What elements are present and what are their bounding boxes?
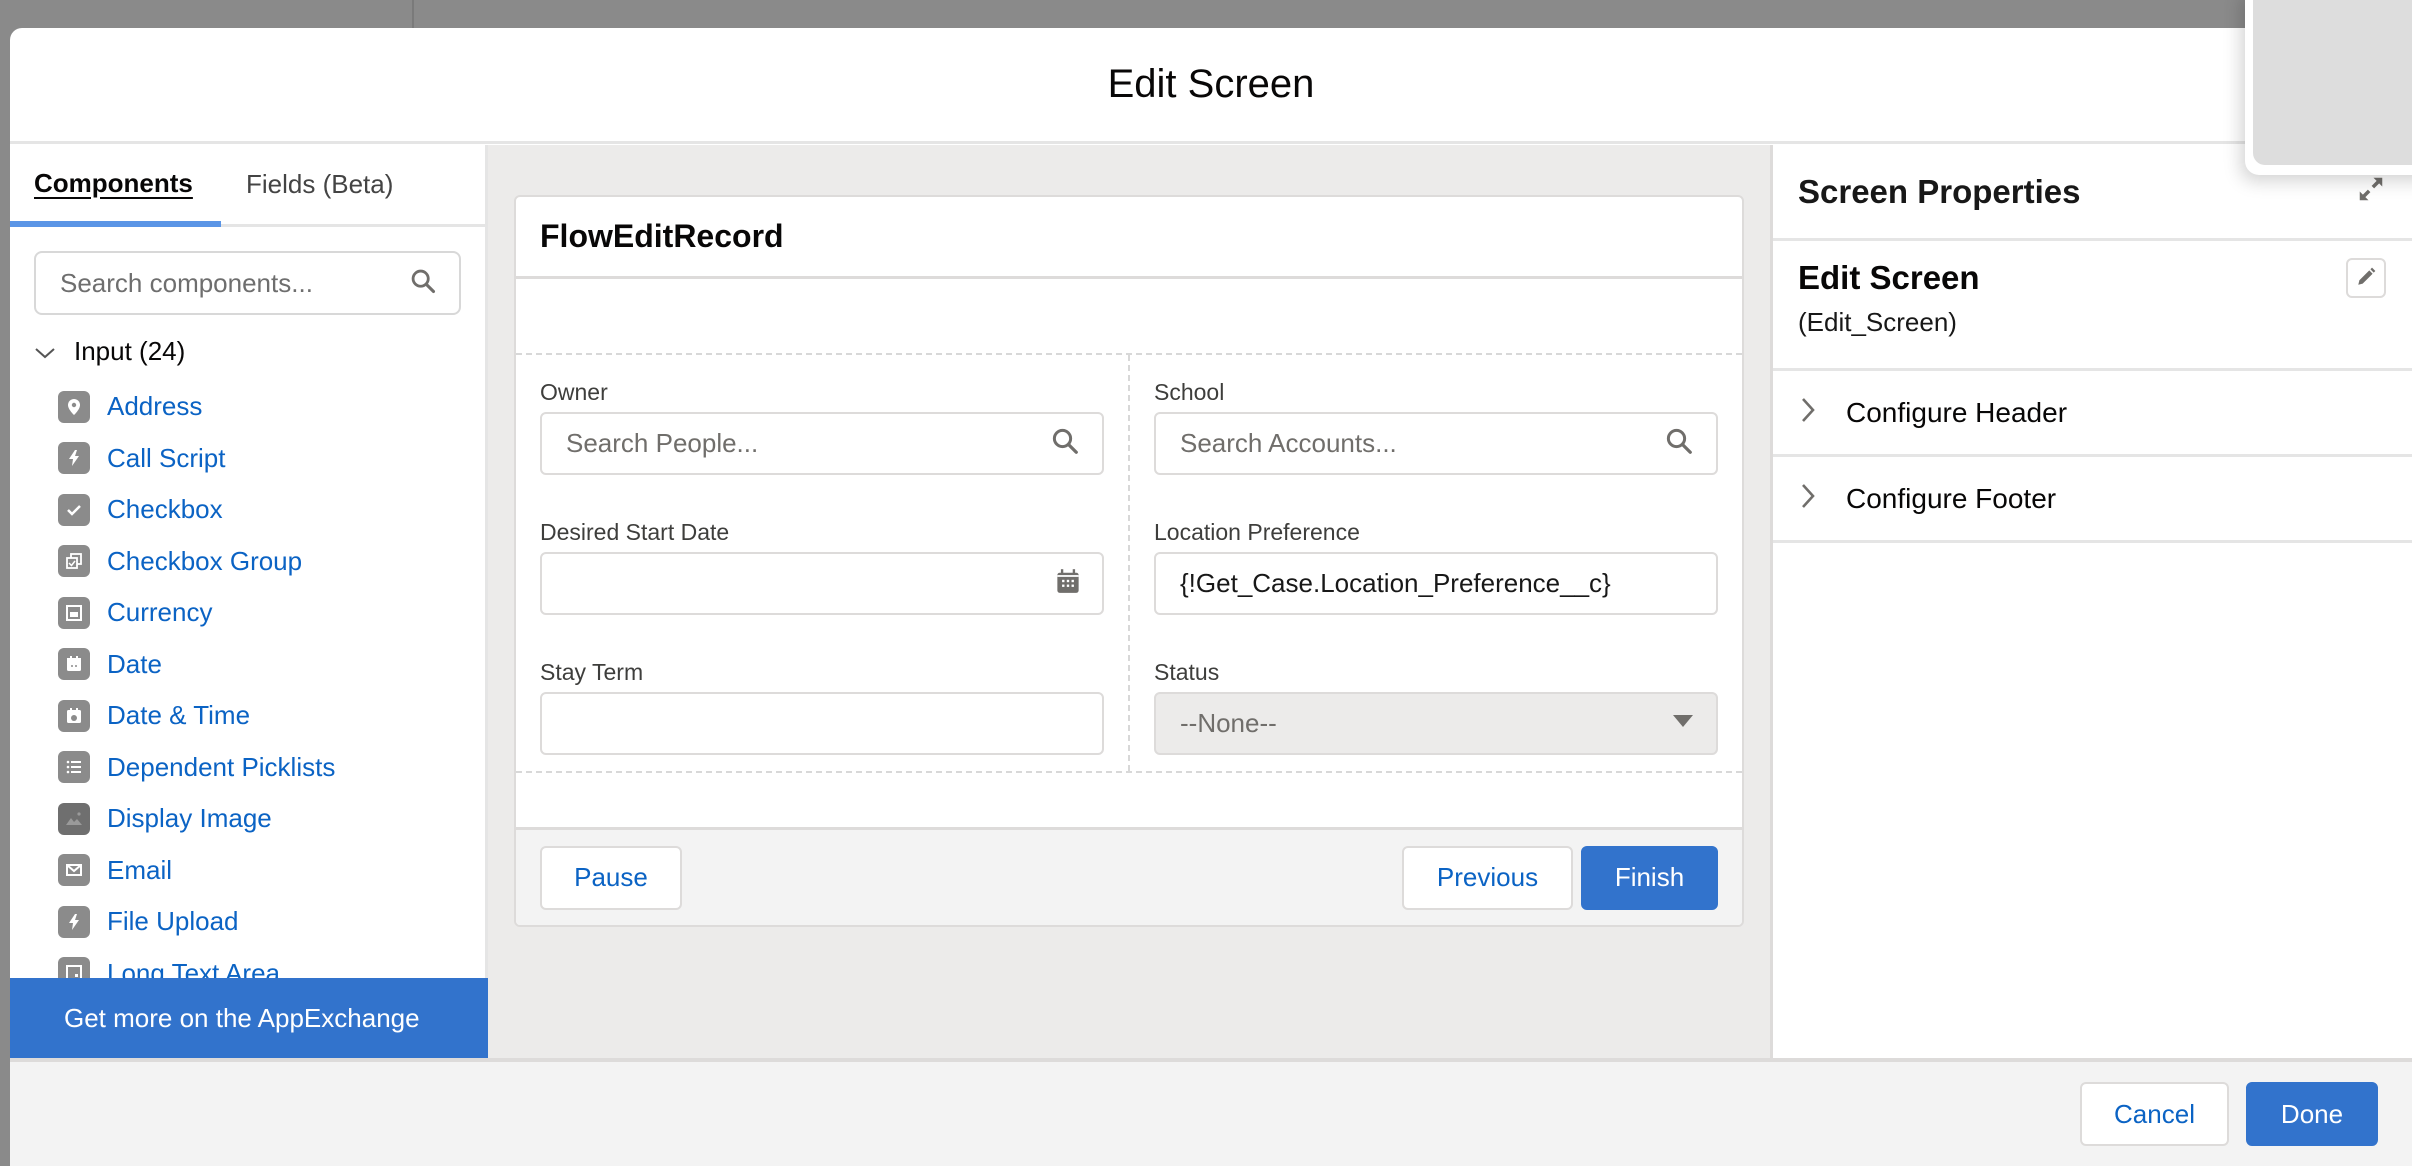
screen-preview-card[interactable]: FlowEditRecord Owner Desired S [514, 195, 1744, 927]
field-stay-term[interactable]: Stay Term [540, 659, 1104, 775]
calendar-icon [58, 648, 90, 681]
screen-spacer [516, 279, 1742, 353]
edit-screen-button[interactable] [2346, 258, 2386, 298]
component-item-date-time[interactable]: Date & Time [10, 690, 485, 742]
field-label: School [1154, 379, 1225, 405]
done-button[interactable]: Done [2246, 1082, 2378, 1146]
calendar-clock-icon [58, 699, 90, 732]
stay-term-input[interactable] [566, 708, 1080, 739]
date-field [540, 552, 1104, 615]
checkbox-check-icon [58, 493, 90, 526]
column-left: Owner Desired Start Date [516, 355, 1130, 771]
status-selected-value: --None-- [1180, 708, 1277, 738]
component-item-date[interactable]: Date [10, 639, 485, 691]
field-status[interactable]: Status --None-- [1154, 659, 1718, 775]
screen-title: FlowEditRecord [540, 218, 784, 254]
accordion-configure-header[interactable]: Configure Header [1773, 371, 2412, 457]
modal-title: Edit Screen [1107, 62, 1315, 106]
lightning-icon [58, 442, 90, 475]
screen-api-name: (Edit_Screen) [1798, 307, 1957, 337]
currency-icon [58, 596, 90, 629]
properties-panel: Screen Properties Edit Screen (Edit_Scre… [1773, 145, 2412, 1058]
screen-canvas: FlowEditRecord Owner Desired S [488, 145, 1773, 1058]
finish-button[interactable]: Finish [1581, 845, 1718, 910]
section-input-toggle[interactable]: Input (24) [34, 333, 485, 369]
owner-input[interactable] [566, 428, 1050, 459]
modal-body: Components Fields (Beta) Input (24) Addr… [10, 145, 2412, 1058]
component-item-file-upload[interactable]: File Upload [10, 896, 485, 948]
school-input[interactable] [1180, 428, 1664, 459]
image-icon [58, 802, 90, 835]
component-item-call-script[interactable]: Call Script [10, 433, 485, 485]
chevron-down-icon [34, 336, 56, 367]
expand-icon[interactable] [2356, 174, 2386, 209]
previous-button[interactable]: Previous [1402, 845, 1573, 910]
edit-screen-modal: Edit Screen Components Fields (Beta) Inp… [10, 28, 2412, 1166]
field-label: Location Preference [1154, 519, 1360, 545]
properties-title: Screen Properties [1798, 172, 2081, 210]
palette-tabs: Components Fields (Beta) [10, 145, 485, 227]
chevron-right-icon [1800, 482, 1820, 515]
component-item-display-image[interactable]: Display Image [10, 793, 485, 845]
chevron-right-icon [1800, 396, 1820, 429]
desired-start-date-input[interactable] [566, 568, 1056, 599]
component-item-address[interactable]: Address [10, 381, 485, 433]
overlapping-popover [2245, 0, 2412, 175]
component-item-checkbox-group[interactable]: Checkbox Group [10, 536, 485, 588]
component-list: Address Call Script Checkbox Checkbox Gr… [10, 381, 485, 1021]
search-icon [1664, 426, 1694, 461]
field-location-preference[interactable]: Location Preference [1154, 519, 1718, 635]
status-select[interactable]: --None-- [1154, 692, 1718, 755]
section-label: Input (24) [74, 335, 186, 366]
backdrop-divider [412, 0, 414, 28]
text-field [540, 692, 1104, 755]
location-pin-icon [58, 390, 90, 423]
screen-footer: Pause Previous Finish [516, 827, 1742, 925]
owner-lookup [540, 412, 1104, 475]
checkbox-group-icon [58, 545, 90, 578]
two-column-section[interactable]: Owner Desired Start Date [516, 353, 1742, 773]
field-desired-start-date[interactable]: Desired Start Date [540, 519, 1104, 635]
accordion-configure-footer[interactable]: Configure Footer [1773, 457, 2412, 543]
school-lookup [1154, 412, 1718, 475]
calendar-icon[interactable] [1056, 568, 1080, 599]
screen-name: Edit Screen [1798, 259, 1980, 296]
search-components-input[interactable] [60, 267, 360, 299]
location-preference-input[interactable] [1180, 568, 1694, 599]
accordion-label: Configure Header [1846, 396, 2068, 428]
caret-down-icon [1672, 714, 1694, 733]
component-item-currency[interactable]: Currency [10, 587, 485, 639]
screen-info: Edit Screen (Edit_Screen) [1773, 241, 2412, 371]
field-label: Desired Start Date [540, 519, 730, 545]
tab-fields-beta[interactable]: Fields (Beta) [221, 145, 393, 224]
lightning-icon [58, 905, 90, 938]
modal-footer: Cancel Done [10, 1058, 2412, 1166]
appexchange-link[interactable]: Get more on the AppExchange [10, 978, 488, 1058]
field-label: Owner [540, 379, 608, 405]
field-school[interactable]: School [1154, 379, 1718, 495]
screen-header: FlowEditRecord [516, 197, 1742, 279]
search-icon [1050, 426, 1080, 461]
column-right: School Location Preference [1130, 355, 1742, 771]
text-field [1154, 552, 1718, 615]
field-owner[interactable]: Owner [540, 379, 1104, 495]
tab-components[interactable]: Components [10, 145, 221, 227]
field-label: Stay Term [540, 659, 644, 685]
component-search [34, 251, 461, 315]
component-item-dependent-picklists[interactable]: Dependent Picklists [10, 742, 485, 794]
field-label: Status [1154, 659, 1220, 685]
components-panel: Components Fields (Beta) Input (24) Addr… [10, 145, 488, 1058]
component-item-checkbox[interactable]: Checkbox [10, 484, 485, 536]
email-icon [58, 854, 90, 887]
pause-button[interactable]: Pause [540, 845, 682, 910]
component-item-email[interactable]: Email [10, 845, 485, 897]
list-icon [58, 751, 90, 784]
accordion-label: Configure Footer [1846, 482, 2057, 514]
cancel-button[interactable]: Cancel [2080, 1082, 2229, 1146]
search-icon[interactable] [409, 267, 437, 300]
modal-header: Edit Screen [10, 28, 2412, 144]
pencil-icon [2355, 266, 2377, 291]
popover-content-placeholder [2253, 0, 2412, 165]
